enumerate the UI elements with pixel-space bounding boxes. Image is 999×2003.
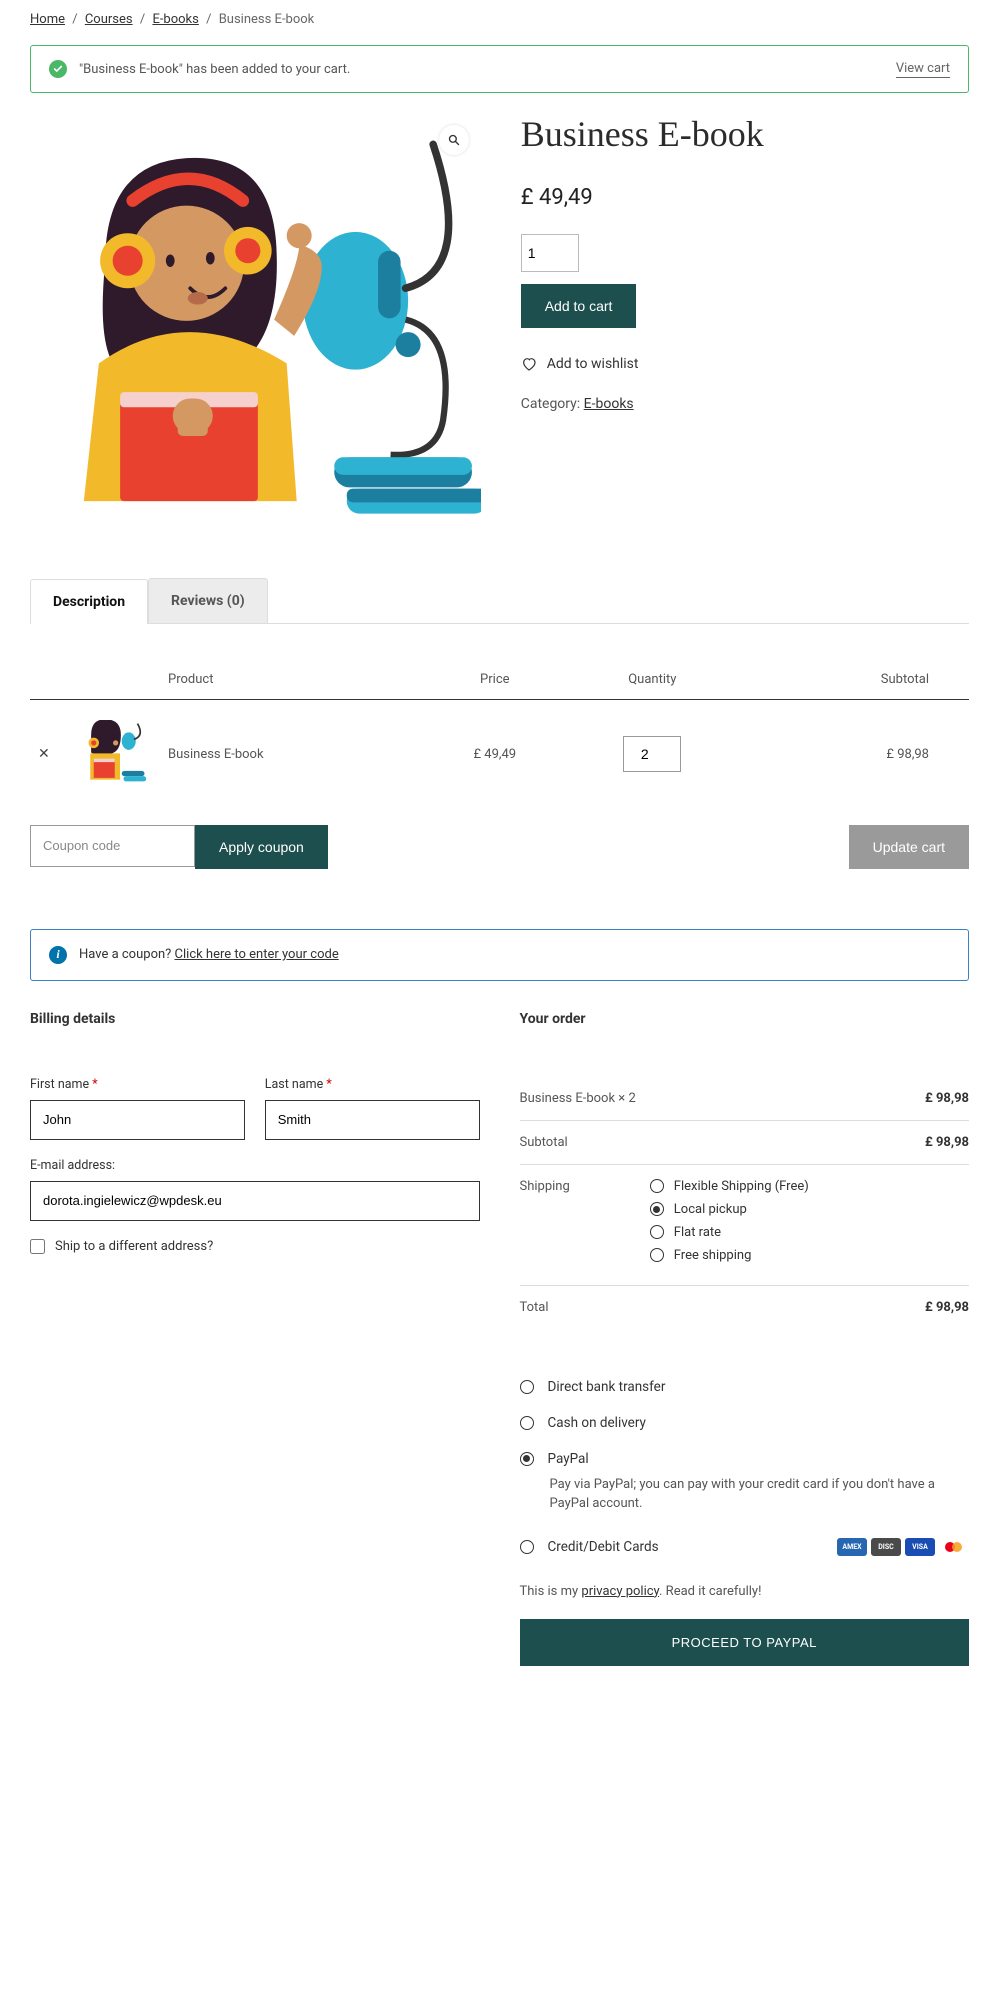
order-total-value: £ 98,98 <box>925 1300 969 1315</box>
payment-cod[interactable]: Cash on delivery <box>520 1405 970 1441</box>
product-illustration <box>30 113 481 514</box>
order-subtotal-label: Subtotal <box>520 1135 568 1150</box>
tab-description[interactable]: Description <box>30 579 148 624</box>
breadcrumb-courses[interactable]: Courses <box>85 12 133 27</box>
col-subtotal: Subtotal <box>740 660 969 700</box>
order-line-item: Business E-book × 2 <box>520 1091 636 1106</box>
shipping-label: Shipping <box>520 1179 570 1271</box>
info-icon: i <box>49 946 67 964</box>
remove-item-icon[interactable]: ✕ <box>38 746 50 762</box>
last-name-field[interactable] <box>265 1100 480 1140</box>
card-icons: AMEX DISC VISA <box>837 1538 969 1556</box>
ship-different-input[interactable] <box>30 1239 45 1254</box>
product-category: Category: E-books <box>521 396 969 412</box>
notice-text: "Business E-book" has been added to your… <box>79 62 350 77</box>
payment-bank[interactable]: Direct bank transfer <box>520 1369 970 1405</box>
email-label: E-mail address: <box>30 1158 480 1173</box>
col-quantity: Quantity <box>564 660 740 700</box>
checkout-section: Billing details First name * Last name *… <box>30 1011 969 1666</box>
product-tabs: Description Reviews (0) <box>30 578 969 624</box>
last-name-label: Last name * <box>265 1077 480 1092</box>
breadcrumb-sep: / <box>206 12 211 27</box>
order-column: Your order Business E-book × 2 £ 98,98 S… <box>520 1011 970 1666</box>
heart-icon <box>521 356 537 372</box>
cart-row: ✕ Business E-book £ 49,49 <box>30 699 969 809</box>
wishlist-label: Add to wishlist <box>547 356 639 372</box>
shipping-flat[interactable]: Flat rate <box>650 1225 969 1240</box>
visa-icon: VISA <box>905 1538 935 1556</box>
order-line-total: £ 98,98 <box>925 1091 969 1106</box>
proceed-button[interactable]: PROCEED TO PAYPAL <box>520 1619 970 1666</box>
checkmark-icon <box>49 60 67 78</box>
tab-reviews[interactable]: Reviews (0) <box>148 578 268 623</box>
payment-paypal[interactable]: PayPal <box>520 1441 970 1477</box>
payment-methods: Direct bank transfer Cash on delivery Pa… <box>520 1369 970 1566</box>
shipping-options: Flexible Shipping (Free) Local pickup Fl… <box>570 1179 969 1271</box>
ship-different-label: Ship to a different address? <box>55 1239 213 1254</box>
update-cart-button[interactable]: Update cart <box>849 825 969 869</box>
order-subtotal-value: £ 98,98 <box>925 1135 969 1150</box>
order-total-label: Total <box>520 1300 549 1315</box>
product-section: Business E-book £ 49,49 Add to cart Add … <box>30 113 969 518</box>
shipping-flexible[interactable]: Flexible Shipping (Free) <box>650 1179 969 1194</box>
coupon-info-box: i Have a coupon? Click here to enter you… <box>30 929 969 981</box>
breadcrumb-sep: / <box>140 12 145 27</box>
category-link[interactable]: E-books <box>584 396 634 412</box>
billing-column: Billing details First name * Last name *… <box>30 1011 480 1666</box>
cart-added-notice: "Business E-book" has been added to your… <box>30 45 969 93</box>
privacy-text: This is my privacy policy. Read it caref… <box>520 1584 970 1599</box>
cart-item-thumb[interactable] <box>70 699 160 809</box>
coupon-info-text: Have a coupon? <box>79 947 175 962</box>
privacy-link[interactable]: privacy policy <box>581 1584 659 1599</box>
cart-table: Product Price Quantity Subtotal ✕ <box>30 660 969 809</box>
shipping-free[interactable]: Free shipping <box>650 1248 969 1263</box>
payment-cc[interactable]: Credit/Debit Cards AMEX DISC VISA <box>520 1528 970 1566</box>
product-title: Business E-book <box>521 113 969 155</box>
first-name-field[interactable] <box>30 1100 245 1140</box>
view-cart-link[interactable]: View cart <box>896 61 950 78</box>
breadcrumb-sep: / <box>72 12 77 27</box>
col-price: Price <box>425 660 564 700</box>
quantity-stepper[interactable] <box>521 234 579 272</box>
breadcrumb-ebooks[interactable]: E-books <box>152 12 198 27</box>
breadcrumb-home[interactable]: Home <box>30 12 65 27</box>
product-meta: Business E-book £ 49,49 Add to cart Add … <box>521 113 969 518</box>
add-to-wishlist[interactable]: Add to wishlist <box>521 356 969 372</box>
order-title: Your order <box>520 1011 970 1027</box>
cart-quantity-stepper[interactable] <box>623 736 681 772</box>
product-price: £ 49,49 <box>521 185 969 210</box>
breadcrumb: Home / Courses / E-books / Business E-bo… <box>30 0 969 39</box>
breadcrumb-current: Business E-book <box>219 12 315 27</box>
billing-title: Billing details <box>30 1011 480 1027</box>
zoom-icon[interactable] <box>439 125 469 155</box>
paypal-description: Pay via PayPal; you can pay with your cr… <box>550 1475 970 1514</box>
add-to-cart-button[interactable]: Add to cart <box>521 284 637 328</box>
cart-item-name[interactable]: Business E-book <box>160 699 425 809</box>
cart-item-subtotal: £ 98,98 <box>740 699 969 809</box>
ship-different-checkbox[interactable]: Ship to a different address? <box>30 1239 480 1254</box>
coupon-row: Apply coupon Update cart <box>30 825 969 889</box>
discover-icon: DISC <box>871 1538 901 1556</box>
mastercard-icon <box>939 1538 969 1556</box>
email-field[interactable] <box>30 1181 480 1221</box>
amex-icon: AMEX <box>837 1538 867 1556</box>
cart-item-price: £ 49,49 <box>425 699 564 809</box>
category-label: Category: <box>521 396 584 412</box>
apply-coupon-button[interactable]: Apply coupon <box>195 825 328 869</box>
coupon-info-link[interactable]: Click here to enter your code <box>175 947 339 962</box>
coupon-input[interactable] <box>30 825 195 867</box>
first-name-label: First name * <box>30 1077 245 1092</box>
product-image <box>30 113 481 518</box>
shipping-local[interactable]: Local pickup <box>650 1202 969 1217</box>
col-product: Product <box>160 660 425 700</box>
